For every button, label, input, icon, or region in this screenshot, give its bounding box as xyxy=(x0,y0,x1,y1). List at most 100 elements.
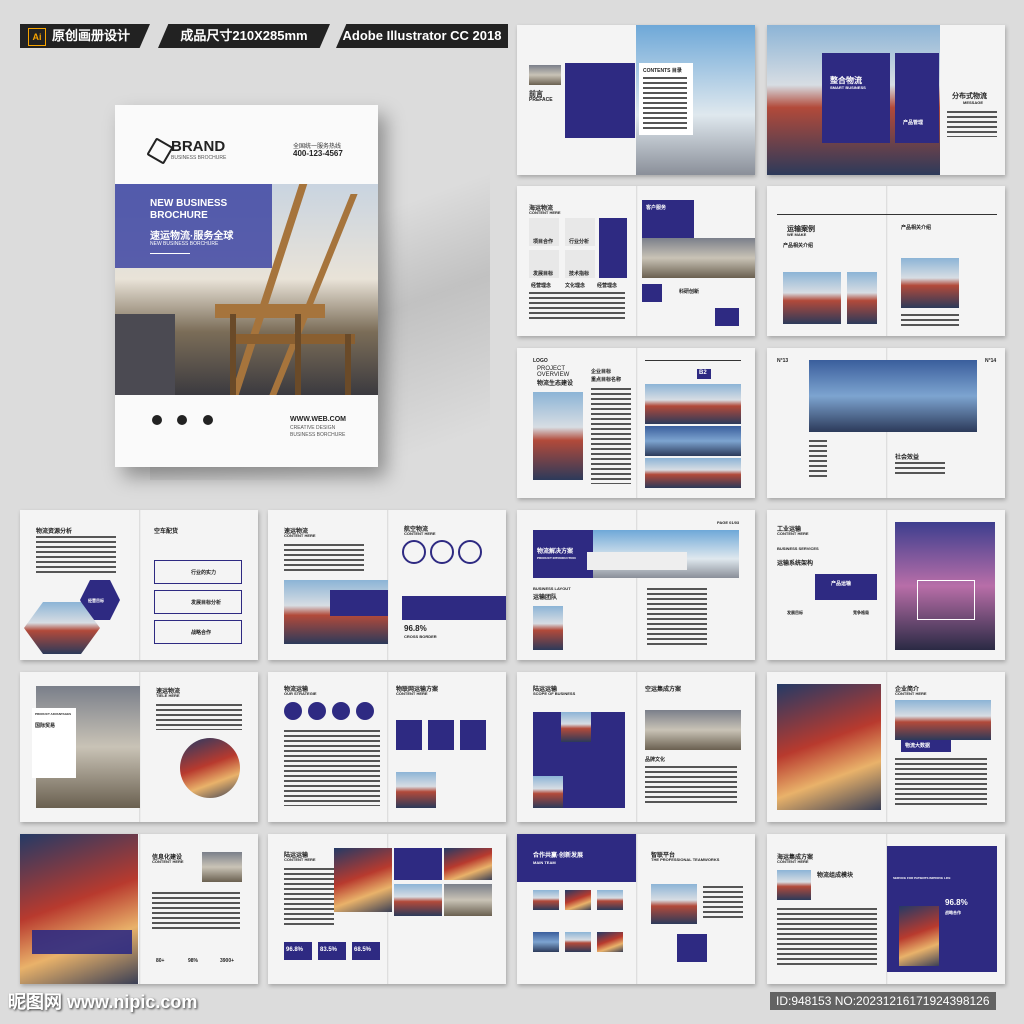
spread-express: 速运物流 CONTENT HERE 航空物流 CONTENT HERE 96.8… xyxy=(268,510,506,660)
preface-navy-block xyxy=(565,63,635,138)
info-v2: 98% xyxy=(188,958,199,964)
warehouse-photo xyxy=(642,238,755,278)
sea-label-7: 经营理念 xyxy=(597,283,618,289)
page-num-13: N°13 xyxy=(777,358,789,364)
info-photo xyxy=(202,852,242,882)
overview-num: B2 xyxy=(699,370,707,376)
spread-resource-analysis: 物流资源分析 经营目标 空车配货 行业的实力 发展目标分析 战略合作 xyxy=(20,510,258,660)
air-sub: CONTENT HERE xyxy=(404,531,436,536)
solution-sub: PRODUCT INTRODUCTION xyxy=(537,556,576,560)
air-stat-sub: CROSS BORDER xyxy=(404,634,437,639)
spread-preface: 前言 PREFACE CONTENTS 目录 xyxy=(517,25,755,175)
spread-solution: PAGE 01/03 物流解决方案 PRODUCT INTRODUCTION B… xyxy=(517,510,755,660)
smart-platform-sub: THE PROFESSIONAL TEAMWORKS xyxy=(651,857,720,862)
spread-social-benefit: N°13 N°14 社会效益 xyxy=(767,348,1005,498)
sea-label-6: 文化理念 xyxy=(565,283,586,289)
ai-icon: Ai xyxy=(28,28,46,46)
seasol-stat: 96.8% xyxy=(945,898,968,907)
info-navy-band xyxy=(32,930,132,954)
land2-stat-1: 96.8% xyxy=(286,947,304,953)
iot-photo xyxy=(396,772,436,808)
coop-photo-6 xyxy=(597,932,623,952)
sea-icon-3: 发展目标 xyxy=(529,250,559,278)
industrial-frame xyxy=(917,580,975,620)
cover-title-line1: NEW BUSINESS xyxy=(150,198,228,209)
air-solution-title: 空运集成方案 xyxy=(645,687,682,693)
intro-sub: CONTENT HERE xyxy=(895,691,927,696)
express-navy xyxy=(330,590,388,616)
air-stat: 96.8% xyxy=(404,624,427,633)
sea-icon-4: 技术指标 xyxy=(565,250,595,278)
cover-divider xyxy=(150,253,190,254)
cases-photo-1 xyxy=(783,272,841,324)
spread-company-intro: 企业简介 CONTENT HERE 物流大数据 xyxy=(767,672,1005,822)
trade-circle-photo xyxy=(180,738,240,798)
seasol-mod: 物流组成模块 xyxy=(817,873,854,879)
watermark-site: 昵图网 www.nipic.com xyxy=(8,992,198,1012)
wechat-icon xyxy=(203,415,213,425)
arrow-card-3: 战略合作 xyxy=(154,620,242,644)
solution-team: 运输团队 xyxy=(533,595,558,601)
smart-photo xyxy=(651,884,697,924)
cover-website: WWW.WEB.COM xyxy=(290,416,346,423)
tag-original-design: Ai 原创画册设计 xyxy=(20,24,150,48)
step-3-icon xyxy=(458,540,482,564)
land2-stat-1-box: 96.8% xyxy=(284,942,312,960)
overview-grid-3 xyxy=(645,458,741,488)
industrial-sub: CONTENT HERE xyxy=(777,531,809,536)
sea-tag-box: 客户服务 xyxy=(642,200,694,238)
coop-photo-5 xyxy=(565,932,591,952)
coop-title: 合作共赢·创新发展 xyxy=(533,853,583,859)
coop-photo-3 xyxy=(597,890,623,910)
cover-slogan-sub: NEW BUSINESS BORCHURE xyxy=(150,241,219,247)
integrated-navy-block: 整合物流 SMART BUSINESS xyxy=(822,53,890,143)
iot-icon-1 xyxy=(284,702,302,720)
contents-box: CONTENTS 目录 xyxy=(639,63,693,135)
brand-logo-icon xyxy=(146,137,174,165)
phone-icon xyxy=(152,415,162,425)
industrial-biz: BUSINESS SERVICES xyxy=(777,546,819,551)
coop-photo-4 xyxy=(533,932,559,952)
seasol-photo xyxy=(777,870,811,900)
solution-title: 物流解决方案 xyxy=(537,549,574,555)
land2-stat-3-box: 68.5% xyxy=(352,942,380,960)
contents-lines xyxy=(643,77,687,129)
sea-tag: 客户服务 xyxy=(646,205,667,211)
cover-title-box: NEW BUSINESS BROCHURE 速运物流·服务全球 NEW BUSI… xyxy=(115,184,272,268)
land-sub: SCOPE OF BUSINESS xyxy=(533,691,576,696)
resource-hex-label: 经营目标 xyxy=(88,598,104,603)
overview-photo xyxy=(533,392,583,480)
smart-book-icon xyxy=(677,934,707,962)
arrow-card-1: 行业的实力 xyxy=(154,560,242,584)
land2-navy-1 xyxy=(394,848,442,880)
integrated-btn-label: 产品管理 xyxy=(903,120,924,126)
land2-photo xyxy=(334,848,392,912)
info-sub: CONTENT HERE xyxy=(152,859,184,864)
info-v1: 80+ xyxy=(156,958,165,964)
step-1-icon xyxy=(402,540,426,564)
sea-navy-small xyxy=(715,308,739,326)
trade-box: PRODUCT ADVANTAGES 国际贸易 xyxy=(32,708,76,778)
integrated-sub: SMART BUSINESS xyxy=(830,85,866,90)
resource-title: 物流资源分析 xyxy=(36,529,73,535)
land-photo-1 xyxy=(561,712,591,742)
cases-photo-3 xyxy=(901,258,959,308)
iot-icon-3 xyxy=(332,702,350,720)
mail-icon xyxy=(177,415,187,425)
city-photo xyxy=(809,360,977,432)
iot-sub: OUR STRATEGIE xyxy=(284,691,317,696)
sea-label-5: 经营理念 xyxy=(531,283,552,289)
seasol-svc: SERVICE FOR PATIENTS IMPROVE LIFE xyxy=(893,876,951,880)
industrial-i1: 发展目标 xyxy=(787,610,803,615)
cover-business: BUSINESS BORCHURE xyxy=(290,432,346,438)
express-sub: CONTENT HERE xyxy=(284,533,316,538)
trade-tag: PRODUCT ADVANTAGES xyxy=(35,712,72,716)
spread-project-overview: LOGO PROJECT OVERVIEW 物流生态建设 企业目标 重点目标名称… xyxy=(517,348,755,498)
overview-grid-2 xyxy=(645,426,741,456)
spread-informatization: 信息化建设 CONTENT HERE 80+ 98% 3900+ xyxy=(20,834,258,984)
tag-original-design-label: 原创画册设计 xyxy=(52,28,131,43)
coop-navy-header: 合作共赢·创新发展 MAIN TEAM xyxy=(517,834,636,882)
research-icon-box xyxy=(642,284,662,302)
iot-icon-4 xyxy=(356,702,374,720)
cover-creative: CREATIVE DESIGN xyxy=(290,425,336,431)
